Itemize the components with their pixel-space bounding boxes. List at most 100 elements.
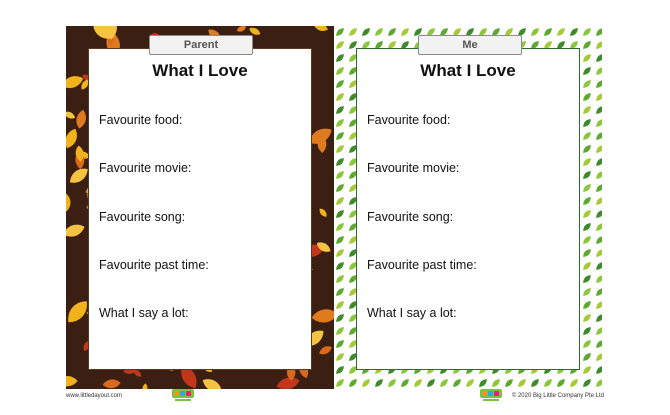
green-leaf <box>388 379 396 387</box>
green-leaf <box>401 379 409 387</box>
green-leaf <box>596 288 602 296</box>
field-favourite-food: Favourite food: <box>367 113 451 127</box>
autumn-leaf <box>66 224 85 237</box>
autumn-leaf <box>142 383 148 389</box>
green-leaf <box>505 379 513 387</box>
green-leaf <box>336 366 344 374</box>
green-leaf <box>518 379 526 387</box>
green-leaf <box>583 249 591 257</box>
green-leaf <box>583 41 591 49</box>
green-leaf <box>583 184 591 192</box>
green-leaf <box>583 210 591 218</box>
autumn-leaf <box>202 379 222 389</box>
green-leaf <box>336 106 344 114</box>
green-leaf <box>583 158 591 166</box>
green-leaf <box>596 327 602 335</box>
autumn-leaf <box>319 208 327 217</box>
autumn-leaf <box>319 346 332 355</box>
green-leaf <box>336 145 344 153</box>
green-leaf <box>388 28 396 36</box>
green-leaf <box>583 197 591 205</box>
green-leaf <box>336 301 344 309</box>
green-leaf <box>336 340 344 348</box>
green-leaf <box>596 340 602 348</box>
green-leaf <box>336 184 344 192</box>
green-leaf <box>583 171 591 179</box>
green-leaf <box>583 93 591 101</box>
green-leaf <box>596 145 602 153</box>
autumn-leaf <box>311 309 334 323</box>
footer-url: www.littledayout.com <box>66 393 123 399</box>
little-day-out-logo <box>172 389 194 401</box>
green-leaf <box>336 171 344 179</box>
green-leaf <box>596 249 602 257</box>
green-leaf <box>336 314 344 322</box>
green-leaf <box>583 67 591 75</box>
green-leaf <box>336 93 344 101</box>
green-leaf <box>596 223 602 231</box>
green-leaf <box>557 379 565 387</box>
green-leaf <box>583 28 591 36</box>
card-title: What I Love <box>420 61 516 80</box>
green-leaf <box>596 28 602 36</box>
field-favourite-movie: Favourite movie: <box>367 161 460 175</box>
green-leaf <box>336 249 344 257</box>
green-leaf <box>583 119 591 127</box>
green-leaf <box>544 28 552 36</box>
green-leaf <box>583 314 591 322</box>
parent-tag: Parent <box>149 35 253 55</box>
green-leaf <box>531 28 539 36</box>
green-leaf <box>583 262 591 270</box>
green-leaf <box>375 28 383 36</box>
green-leaf <box>596 314 602 322</box>
autumn-leaf <box>313 26 328 31</box>
green-leaf <box>583 288 591 296</box>
autumn-leaf <box>102 379 121 389</box>
green-leaf <box>349 379 357 387</box>
autumn-leaf <box>66 193 71 212</box>
green-leaf <box>596 197 602 205</box>
green-leaf <box>596 236 602 244</box>
green-leaf <box>336 132 344 140</box>
green-leaf <box>336 275 344 283</box>
green-leaf <box>596 54 602 62</box>
green-leaf <box>583 327 591 335</box>
field-favourite-song: Favourite song: <box>99 210 186 224</box>
field-what-i-say: What I say a lot: <box>99 306 189 320</box>
green-leaf <box>583 353 591 361</box>
green-leaf <box>349 28 357 36</box>
field-favourite-food: Favourite food: <box>99 113 183 127</box>
green-leaf <box>596 262 602 270</box>
green-leaf <box>336 41 344 49</box>
green-leaf <box>336 327 344 335</box>
green-leaf <box>583 223 591 231</box>
green-leaf <box>362 28 370 36</box>
green-leaf <box>336 80 344 88</box>
parent-card-background: Parent What I Love Favourite food: Favou… <box>66 26 334 389</box>
autumn-leaf <box>66 111 76 119</box>
green-leaf <box>544 379 552 387</box>
green-leaf <box>596 106 602 114</box>
autumn-leaf <box>76 109 86 129</box>
green-leaf <box>583 275 591 283</box>
me-tag: Me <box>418 35 522 55</box>
green-leaf <box>336 119 344 127</box>
green-leaf <box>596 353 602 361</box>
green-leaf <box>596 301 602 309</box>
autumn-leaf <box>236 26 247 32</box>
little-day-out-logo <box>480 389 502 401</box>
green-leaf <box>453 379 461 387</box>
green-leaf <box>375 379 383 387</box>
green-leaf <box>401 28 409 36</box>
green-leaf <box>583 132 591 140</box>
parent-card: What I Love Favourite food: Favourite mo… <box>88 48 312 370</box>
green-leaf <box>596 210 602 218</box>
card-title: What I Love <box>152 61 248 80</box>
green-leaf <box>596 158 602 166</box>
green-leaf <box>336 54 344 62</box>
green-leaf <box>336 28 344 36</box>
green-leaf <box>492 379 500 387</box>
green-leaf <box>596 379 602 387</box>
field-what-i-say: What I say a lot: <box>367 306 457 320</box>
green-leaf <box>336 353 344 361</box>
